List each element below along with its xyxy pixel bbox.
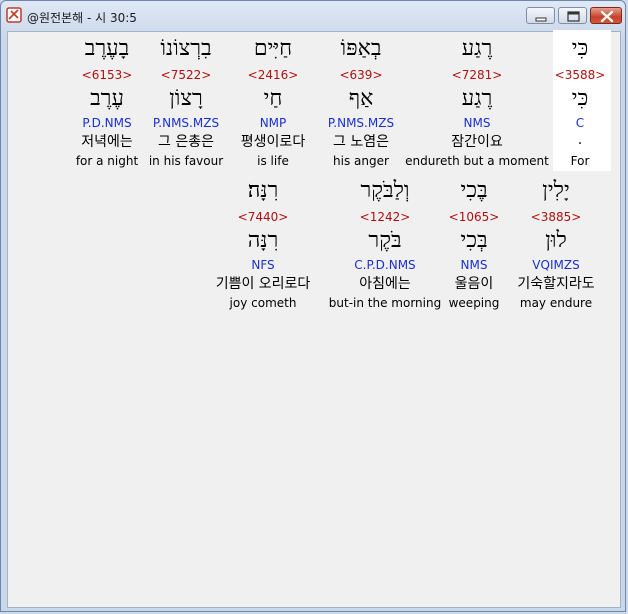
strong-number[interactable]: <6153> — [67, 68, 147, 82]
hebrew-lemma: חַי — [263, 86, 283, 111]
strong-number[interactable]: <3588> — [553, 68, 607, 82]
hebrew-lemma: בְּכִי — [460, 228, 488, 253]
word-column[interactable]: חַיִּים <2416> חַי NMP 평생이로다 is life — [228, 36, 318, 170]
korean-gloss: 아침에는 — [359, 276, 411, 292]
korean-gloss: 기숙할지라도 — [517, 276, 595, 292]
english-gloss: his anger — [333, 154, 389, 168]
parsing-code: NMS — [460, 258, 488, 272]
korean-gloss: 잠간이요 — [451, 134, 503, 150]
hebrew-text: וְלַבֹּקֶר — [360, 178, 410, 203]
word-column[interactable]: בֶּכִי <1065> בְּכִי NMS 울음이 weeping — [443, 178, 505, 312]
close-icon — [600, 10, 614, 23]
parsing-code: P.NMS.MZS — [327, 116, 395, 130]
hebrew-text: רֶגַע — [461, 36, 493, 61]
hebrew-lemma: עֶרֶב — [90, 86, 124, 111]
hebrew-lemma: אַף — [348, 86, 374, 111]
close-button[interactable] — [590, 7, 622, 24]
maximize-icon — [567, 11, 580, 22]
english-gloss: endureth but a moment — [405, 154, 549, 168]
strong-number[interactable]: <7281> — [405, 68, 549, 82]
english-gloss: joy cometh — [229, 296, 297, 310]
english-gloss: is life — [257, 154, 289, 168]
word-column[interactable]: בְאַפּוֹ <639> אַף P.NMS.MZS 그 노염은 his a… — [318, 36, 404, 170]
hebrew-lemma: רִנָּה — [247, 228, 279, 253]
hebrew-text: כִּי — [571, 36, 589, 61]
parsing-code: VQIMZS — [532, 258, 580, 272]
korean-gloss: . — [577, 132, 583, 148]
korean-gloss: 저녁에는 — [81, 134, 133, 150]
korean-gloss: 평생이로다 — [240, 134, 306, 150]
hebrew-lemma: לוּן — [545, 228, 567, 253]
strong-number[interactable]: <7522> — [146, 68, 226, 82]
hebrew-text: בָעֶרֶב — [84, 36, 130, 61]
minimize-button[interactable] — [526, 7, 555, 24]
english-gloss: but-in the morning — [328, 296, 442, 310]
english-gloss: weeping — [448, 296, 500, 310]
word-column[interactable]: וְלַבֹּקֶר <1242> בֹּקֶר C.P.D.NMS 아침에는 … — [328, 178, 442, 312]
korean-gloss: 그 노염은 — [333, 134, 389, 150]
strong-number[interactable]: <2416> — [228, 68, 318, 82]
strong-number[interactable]: <7440> — [204, 210, 322, 224]
strong-number[interactable]: <639> — [318, 68, 404, 82]
word-column[interactable]: בִרְצוֹנוֹ <7522> רָצוֹן P.NMS.MZS 그 은총은… — [146, 36, 226, 170]
strong-number[interactable]: <1065> — [443, 210, 505, 224]
word-column-selected[interactable]: כִּי <3588> כִּי C . For — [553, 36, 607, 170]
english-gloss: for a night — [75, 154, 139, 168]
korean-gloss: 그 은총은 — [158, 134, 214, 150]
hebrew-lemma: כִּי — [571, 86, 589, 111]
hebrew-lemma: בֹּקֶר — [368, 228, 402, 253]
parsing-code: NFS — [251, 258, 275, 272]
hebrew-text: בִרְצוֹנוֹ — [160, 36, 212, 61]
hebrew-lemma: רָצוֹן — [169, 86, 203, 111]
parsing-code: P.NMS.MZS — [152, 116, 220, 130]
strong-number[interactable]: <1242> — [328, 210, 442, 224]
word-column[interactable]: רִנָּה׃ <7440> רִנָּה NFS 기쁨이 오리로다 joy c… — [204, 178, 322, 312]
word-column[interactable]: יָלִין <3885> לוּן VQIMZS 기숙할지라도 may end… — [507, 178, 605, 312]
english-gloss: For — [570, 154, 590, 168]
title-bar[interactable]: @원전본해 - 시 30:5 — [1, 1, 627, 31]
english-gloss: may endure — [519, 296, 593, 310]
parsing-code: C.P.D.NMS — [354, 258, 416, 272]
parsing-code: NMP — [259, 116, 287, 130]
app-logo-icon — [6, 7, 22, 23]
word-column[interactable]: בָעֶרֶב <6153> עֶרֶב P.D.NMS 저녁에는 for a … — [67, 36, 147, 170]
minimize-icon — [535, 17, 547, 22]
korean-gloss: 기쁨이 오리로다 — [215, 276, 311, 292]
hebrew-text: בֶּכִי — [460, 178, 488, 203]
window-title: @원전본해 - 시 30:5 — [27, 11, 137, 25]
hebrew-text: חַיִּים — [253, 36, 293, 61]
parsing-code: NMS — [463, 116, 491, 130]
maximize-button[interactable] — [558, 7, 587, 24]
parsing-code: C — [575, 116, 585, 130]
english-gloss: in his favour — [148, 154, 224, 168]
hebrew-lemma: רֶגַע — [461, 86, 493, 111]
korean-gloss: 울음이 — [454, 276, 494, 292]
word-column[interactable]: רֶגַע <7281> רֶגַע NMS 잠간이요 endureth but… — [405, 36, 549, 170]
strong-number[interactable]: <3885> — [507, 210, 605, 224]
parsing-code: P.D.NMS — [82, 116, 132, 130]
hebrew-text: יָלִין — [542, 178, 570, 203]
hebrew-text: רִנָּה׃ — [247, 178, 279, 203]
hebrew-text: בְאַפּוֹ — [340, 36, 382, 61]
